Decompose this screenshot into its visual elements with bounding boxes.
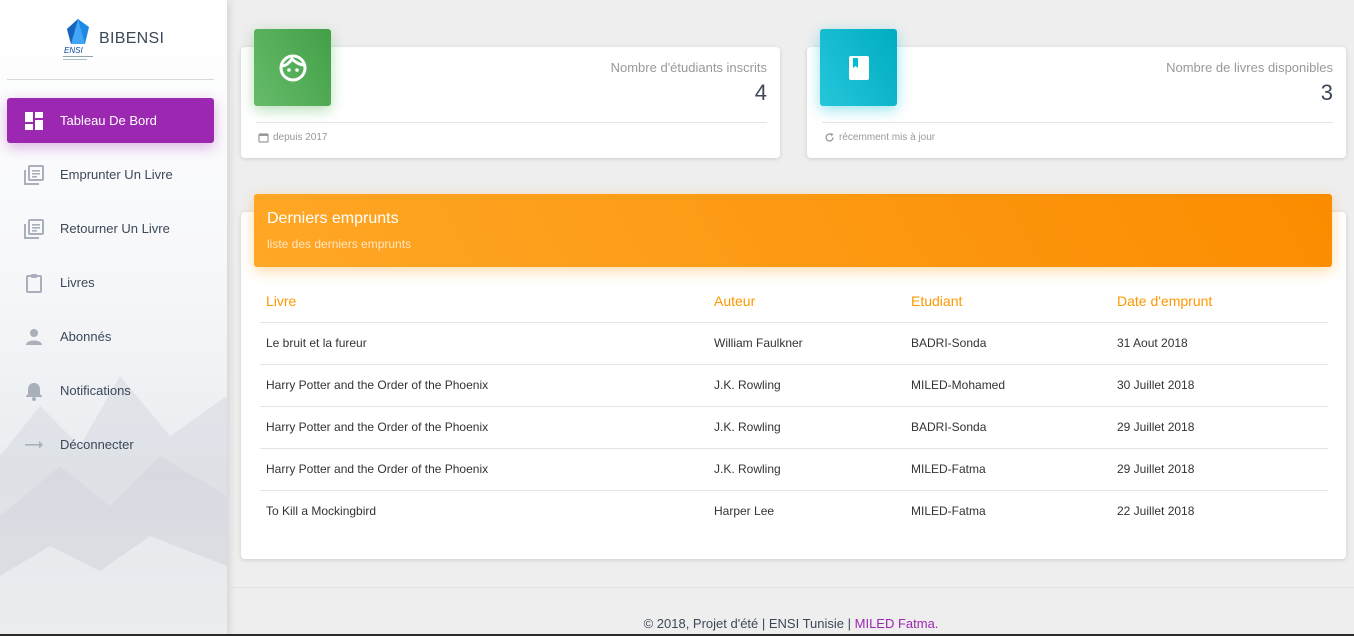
stat-title: Nombre de livres disponibles <box>1166 60 1333 75</box>
table-row[interactable]: Harry Potter and the Order of the Phoeni… <box>260 406 1328 449</box>
table-row[interactable]: Harry Potter and the Order of the Phoeni… <box>260 364 1328 407</box>
cell-student: MILED-Fatma <box>911 504 986 519</box>
sidebar-item-label: Livres <box>60 275 95 290</box>
sidebar-item-label: Emprunter Un Livre <box>60 167 173 182</box>
sidebar-item-logout[interactable]: Déconnecter <box>7 422 214 467</box>
logo-text: ENSI <box>64 46 83 55</box>
stat-divider <box>256 122 767 123</box>
students-icon-box <box>254 29 331 106</box>
cell-student: MILED-Fatma <box>905 448 1111 491</box>
table-row[interactable]: Le bruit et la fureur William Faulkner B… <box>260 322 1328 365</box>
table-row[interactable]: To Kill a Mockingbird Harper Lee MILED-F… <box>260 490 1328 532</box>
cell-book: Harry Potter and the Order of the Phoeni… <box>260 406 708 449</box>
cell-author: Harper Lee <box>714 504 775 519</box>
cell-book: Le bruit et la fureur <box>260 322 708 365</box>
stat-value: 4 <box>754 80 767 105</box>
library-books-icon <box>24 164 44 185</box>
loans-title: Derniers emprunts <box>267 210 399 227</box>
stat-title: Nombre d'étudiants inscrits <box>610 60 767 75</box>
loans-header: Derniers emprunts liste des derniers emp… <box>254 194 1332 267</box>
sidebar-nav: Tableau De Bord Emprunter Un Livre Retou… <box>7 98 214 476</box>
brand-name: BIBENSI <box>99 30 165 47</box>
sidebar-item-label: Notifications <box>60 383 131 398</box>
brand[interactable]: ENSI BIBENSI <box>0 0 227 80</box>
cell-author: J.K. Rowling <box>708 448 905 491</box>
face-icon <box>279 54 306 81</box>
sidebar-item-dashboard[interactable]: Tableau De Bord <box>7 98 214 143</box>
sidebar-item-label: Abonnés <box>60 329 112 344</box>
stat-footer: depuis 2017 <box>258 132 328 143</box>
stat-footer-text: depuis 2017 <box>273 132 328 143</box>
brand-divider <box>7 79 214 80</box>
column-header-date[interactable]: Date d'emprunt <box>1111 280 1328 323</box>
sidebar-item-notifications[interactable]: Notifications <box>7 368 214 413</box>
cell-student: BADRI-Sonda <box>905 406 1111 449</box>
column-header-book[interactable]: Livre <box>260 280 708 323</box>
books-icon-box <box>820 29 897 106</box>
cell-student: BADRI-Sonda <box>905 322 1111 365</box>
column-header-student[interactable]: Etudiant <box>905 280 1111 323</box>
sidebar-item-label: Retourner Un Livre <box>60 221 170 236</box>
cell-date: 22 Juillet 2018 <box>1117 504 1195 519</box>
loans-subtitle: liste des derniers emprunts <box>267 237 412 251</box>
sidebar-item-label: Tableau De Bord <box>60 113 157 128</box>
cell-date: 31 Aout 2018 <box>1111 322 1328 365</box>
stat-footer: récemment mis à jour <box>824 132 935 143</box>
cell-date: 29 Juillet 2018 <box>1111 406 1328 449</box>
column-header-author[interactable]: Auteur <box>708 280 905 323</box>
calendar-icon <box>258 133 269 143</box>
cell-author: J.K. Rowling <box>708 364 905 407</box>
cell-date: 30 Juillet 2018 <box>1111 364 1328 407</box>
footer-author-link[interactable]: MILED Fatma. <box>855 616 939 631</box>
table-row[interactable]: Harry Potter and the Order of the Phoeni… <box>260 448 1328 491</box>
cell-student: MILED-Mohamed <box>905 364 1111 407</box>
ensi-logo: ENSI <box>63 19 93 60</box>
cell-book: Harry Potter and the Order of the Phoeni… <box>260 364 708 407</box>
clipboard-icon <box>26 273 42 293</box>
loans-table: Livre Auteur Etudiant Date d'emprunt Le … <box>260 280 1328 532</box>
sidebar-item-borrow[interactable]: Emprunter Un Livre <box>7 152 214 197</box>
footer: © 2018, Projet d'été | ENSI Tunisie | MI… <box>228 616 1354 631</box>
stat-divider <box>822 122 1333 123</box>
cell-date: 29 Juillet 2018 <box>1111 448 1328 491</box>
library-books-icon <box>24 218 44 239</box>
stat-value: 3 <box>1320 80 1333 105</box>
sidebar-item-return[interactable]: Retourner Un Livre <box>7 206 214 251</box>
refresh-icon <box>825 133 834 142</box>
footer-divider <box>228 587 1354 588</box>
sidebar-item-books[interactable]: Livres <box>7 260 214 305</box>
bell-icon <box>26 382 42 401</box>
sidebar-item-subscribers[interactable]: Abonnés <box>7 314 214 359</box>
footer-text: © 2018, Projet d'été | ENSI Tunisie | <box>643 616 855 631</box>
sidebar-item-label: Déconnecter <box>60 437 134 452</box>
stat-footer-text: récemment mis à jour <box>839 132 936 143</box>
cell-author: J.K. Rowling <box>708 406 905 449</box>
cell-book: Harry Potter and the Order of the Phoeni… <box>260 448 708 491</box>
dashboard-icon <box>25 111 43 130</box>
cell-book: To Kill a Mockingbird <box>266 504 377 519</box>
person-icon <box>26 328 42 345</box>
book-icon <box>848 55 869 80</box>
table-header-row: Livre Auteur Etudiant Date d'emprunt <box>260 280 1328 323</box>
arrow-right-icon <box>25 440 43 449</box>
cell-author: William Faulkner <box>708 322 905 365</box>
sidebar: ENSI BIBENSI Tableau De Bord Emprunter U… <box>0 0 227 636</box>
